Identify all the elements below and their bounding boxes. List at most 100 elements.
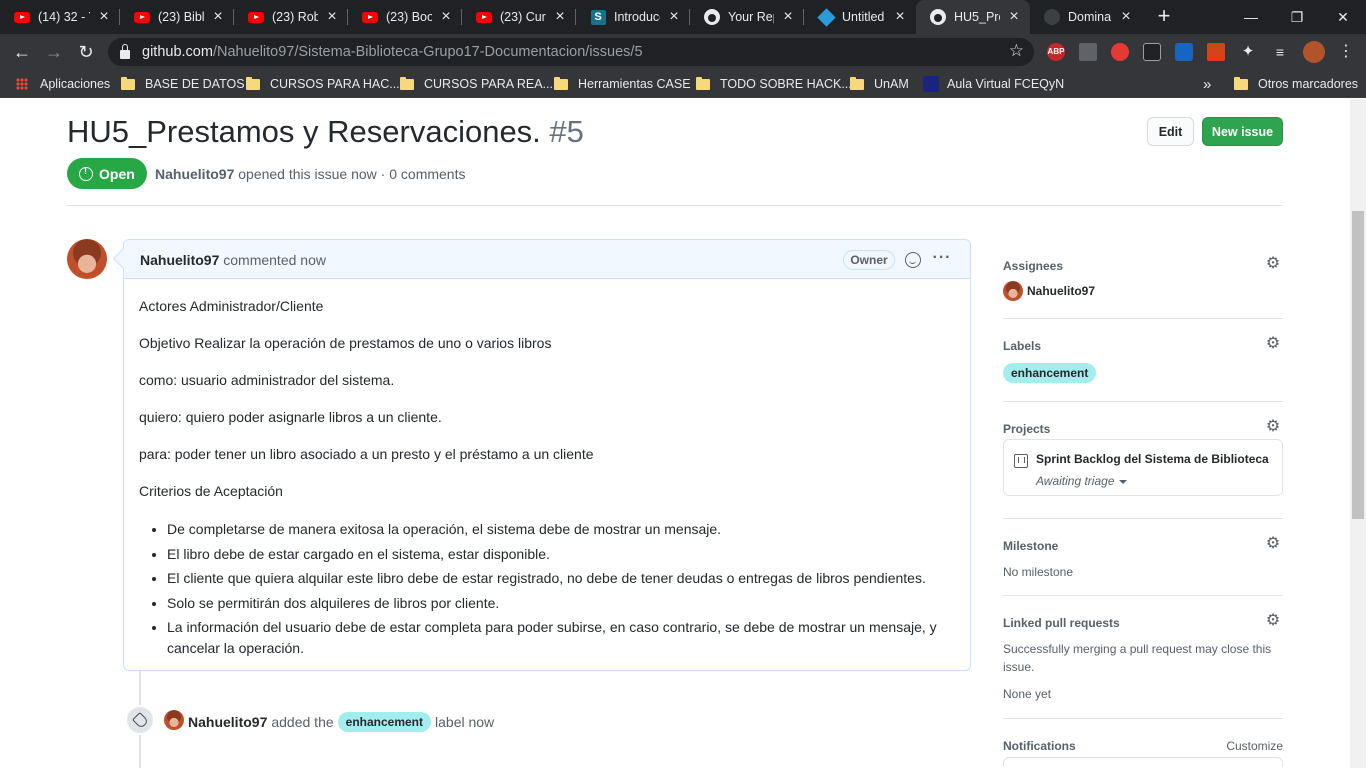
profile-avatar[interactable]: [1303, 41, 1325, 63]
minimize-icon[interactable]: —: [1228, 0, 1274, 34]
close-icon[interactable]: ×: [552, 9, 568, 25]
close-icon[interactable]: ×: [1118, 9, 1134, 25]
close-icon[interactable]: ×: [96, 9, 112, 25]
scrollbar-thumb[interactable]: [1352, 211, 1364, 519]
comment-author-link[interactable]: Nahuelito97: [140, 252, 219, 268]
close-icon[interactable]: ×: [666, 9, 682, 25]
close-icon[interactable]: ×: [892, 9, 908, 25]
event-label-pill[interactable]: enhancement: [337, 712, 432, 732]
issue-title: HU5_Prestamos y Reservaciones. #5: [67, 114, 584, 150]
body-paragraph: como: usuario administrador del sistema.: [139, 372, 395, 388]
project-status[interactable]: Awaiting triage: [1036, 474, 1127, 488]
new-issue-button[interactable]: New issue: [1202, 117, 1283, 146]
feather-icon[interactable]: [1175, 43, 1193, 61]
cube-icon[interactable]: [1143, 43, 1161, 61]
gear-icon[interactable]: ⚙: [1265, 256, 1281, 272]
gear-icon[interactable]: ⚙: [1265, 419, 1281, 435]
lock-icon: [120, 43, 130, 59]
add-reaction-icon[interactable]: [905, 252, 921, 268]
bookmark-folder[interactable]: UnAM: [850, 70, 909, 98]
tab-6[interactable]: S Introducc ×: [576, 0, 690, 34]
bookmark-apps[interactable]: Aplicaciones: [16, 70, 110, 98]
page-scrollbar[interactable]: [1350, 99, 1366, 768]
folder-icon: [121, 76, 135, 90]
list-item: El cliente que quiera alquilar este libr…: [167, 568, 957, 589]
sidebar-divider: [1003, 318, 1283, 319]
tab-10[interactable]: Dominar ×: [1030, 0, 1142, 34]
close-icon[interactable]: ×: [438, 9, 454, 25]
tab-2[interactable]: (23) Biblio ×: [120, 0, 234, 34]
bookmark-folder[interactable]: TODO SOBRE HACK...: [696, 70, 852, 98]
dropbox-icon[interactable]: [1079, 43, 1097, 61]
event-actor-link[interactable]: Nahuelito97: [188, 714, 267, 730]
apps-grid-icon: [16, 78, 28, 90]
issue-author-link[interactable]: Nahuelito97: [155, 166, 234, 182]
playlist-icon[interactable]: ≡: [1271, 43, 1289, 61]
project-card[interactable]: Sprint Backlog del Sistema de Biblioteca…: [1003, 439, 1283, 496]
office-icon[interactable]: [1207, 43, 1225, 61]
reload-icon[interactable]: ↻: [74, 40, 98, 64]
gear-icon[interactable]: ⚙: [1265, 613, 1281, 629]
event-action: added the: [271, 714, 334, 730]
project-name[interactable]: Sprint Backlog del Sistema de Biblioteca: [1036, 452, 1269, 466]
back-arrow-icon[interactable]: ←: [10, 40, 34, 64]
bookmark-folder[interactable]: CURSOS PARA HAC...: [246, 70, 400, 98]
bookmark-aula[interactable]: Aula Virtual FCEQyN: [923, 70, 1064, 98]
bookmarks-bar: Aplicaciones BASE DE DATOS CURSOS PARA H…: [0, 70, 1366, 98]
subscribe-button[interactable]: [1003, 757, 1283, 767]
tab-3[interactable]: (23) Robe ×: [234, 0, 348, 34]
timeline-event: Nahuelito97 added the enhancement label …: [188, 712, 494, 732]
project-status-text: Awaiting triage: [1036, 474, 1115, 488]
address-bar[interactable]: github.com/Nahuelito97/Sistema-Bibliotec…: [108, 38, 1034, 66]
gear-icon[interactable]: ⚙: [1265, 536, 1281, 552]
milestone-heading[interactable]: Milestone: [1003, 539, 1058, 553]
menu-dots-icon[interactable]: ⋮: [1334, 40, 1358, 64]
tab-4[interactable]: (23) Boot ×: [348, 0, 462, 34]
bookmark-star-icon[interactable]: ☆: [1009, 41, 1024, 61]
tab-1[interactable]: (14) 32 - Y ×: [0, 0, 120, 34]
edit-button[interactable]: Edit: [1147, 117, 1194, 146]
bookmark-label: UnAM: [874, 77, 909, 91]
customize-link[interactable]: Customize: [1226, 739, 1283, 753]
bookmark-folder[interactable]: CURSOS PARA REA...: [400, 70, 553, 98]
puzzle-icon[interactable]: ✦: [1239, 43, 1257, 61]
bookmark-folder[interactable]: Herramientas CASE: [554, 70, 691, 98]
close-window-icon[interactable]: ✕: [1320, 0, 1366, 34]
bookmark-other[interactable]: Otros marcadores: [1234, 70, 1358, 98]
close-icon[interactable]: ×: [324, 9, 340, 25]
bookmark-label: CURSOS PARA HAC...: [270, 77, 400, 91]
new-tab-button[interactable]: +: [1152, 5, 1176, 29]
projects-heading[interactable]: Projects: [1003, 422, 1050, 436]
globe-icon: [1044, 9, 1060, 25]
sync-icon[interactable]: [1111, 43, 1129, 61]
assignee-item[interactable]: Nahuelito97: [1003, 281, 1095, 301]
comment-author-line: Nahuelito97 commented now: [140, 252, 326, 268]
owner-badge: Owner: [843, 250, 895, 270]
github-icon: [704, 9, 720, 25]
assignees-heading[interactable]: Assignees: [1003, 259, 1063, 273]
labels-heading[interactable]: Labels: [1003, 339, 1041, 353]
tab-5[interactable]: (23) Curs ×: [462, 0, 576, 34]
author-avatar[interactable]: [67, 239, 107, 279]
maximize-icon[interactable]: ❐: [1274, 0, 1320, 34]
project-board-icon: [1014, 454, 1028, 468]
close-icon[interactable]: ×: [210, 9, 226, 25]
bookmarks-overflow[interactable]: »: [1203, 70, 1211, 98]
sidebar-projects: Projects ⚙ Sprint Backlog del Sistema de…: [1003, 419, 1283, 502]
gear-icon[interactable]: ⚙: [1265, 336, 1281, 352]
linked-prs-heading[interactable]: Linked pull requests: [1003, 616, 1120, 630]
diagram-icon: [816, 7, 836, 27]
tab-7[interactable]: Your Rep ×: [690, 0, 804, 34]
abp-icon[interactable]: ABP: [1047, 43, 1065, 61]
tab-active[interactable]: HU5_Pres ×: [916, 0, 1030, 34]
bookmark-folder[interactable]: BASE DE DATOS: [121, 70, 245, 98]
comment-timestamp[interactable]: commented now: [223, 252, 326, 268]
close-icon[interactable]: ×: [1006, 9, 1022, 25]
event-avatar[interactable]: [164, 710, 184, 730]
label-pill[interactable]: enhancement: [1003, 363, 1097, 383]
kebab-menu-icon[interactable]: ···: [932, 249, 952, 267]
close-icon[interactable]: ×: [780, 9, 796, 25]
list-item: El libro debe de estar cargado en el sis…: [167, 544, 957, 565]
tab-8[interactable]: Untitled D ×: [804, 0, 916, 34]
forward-arrow-icon[interactable]: →: [42, 40, 66, 64]
